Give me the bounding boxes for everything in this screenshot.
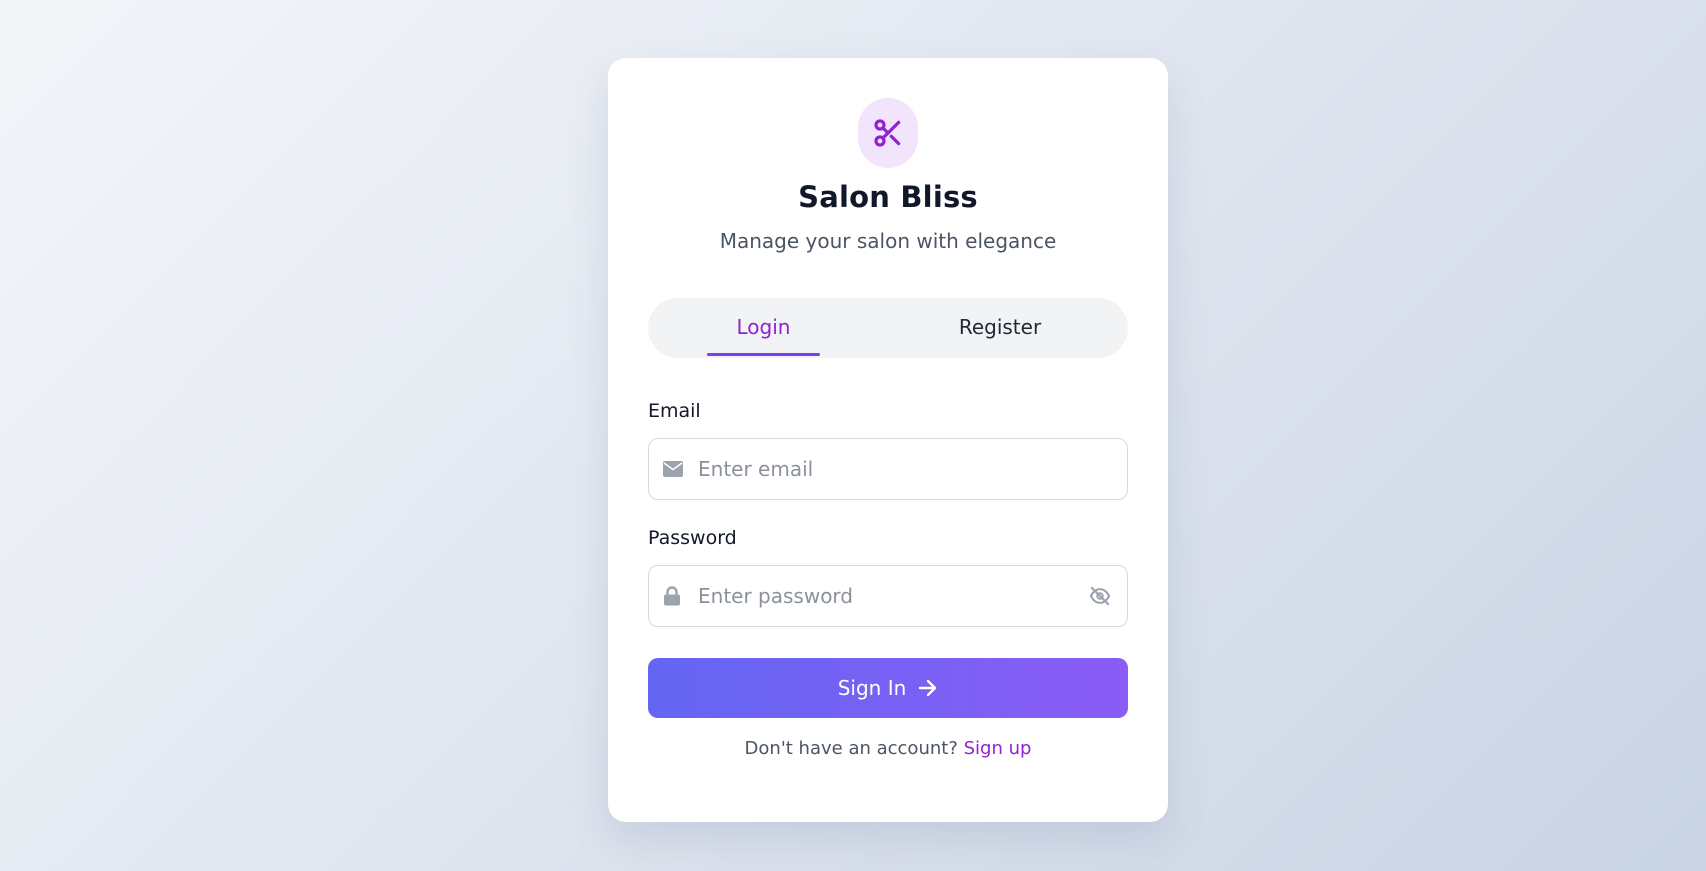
envelope-icon (663, 461, 683, 477)
password-field-container (648, 565, 1128, 627)
login-card: Salon Bliss Manage your salon with elega… (608, 58, 1168, 822)
arrow-right-icon (918, 679, 938, 697)
email-field-container (648, 438, 1128, 500)
password-input[interactable] (698, 566, 1083, 626)
scissors-icon (872, 117, 904, 149)
lock-icon (663, 586, 681, 606)
email-input[interactable] (698, 439, 1098, 499)
app-subtitle: Manage your salon with elegance (719, 229, 1057, 253)
sign-in-label: Sign In (837, 676, 907, 700)
tab-login[interactable]: Login (707, 298, 820, 358)
sign-in-button[interactable]: Sign In (648, 658, 1128, 718)
email-label: Email (648, 400, 701, 422)
eye-slash-icon[interactable] (1087, 585, 1113, 607)
password-label: Password (648, 527, 737, 549)
active-tab-indicator (707, 353, 820, 356)
auth-tabs: Login Register (648, 298, 1128, 358)
tab-register[interactable]: Register (942, 298, 1058, 358)
app-title: Salon Bliss (798, 180, 978, 214)
logo-badge (858, 98, 918, 168)
signup-prompt-text: Don't have an account? (744, 738, 958, 759)
signup-prompt: Don't have an account? Sign up (608, 738, 1168, 759)
sign-up-link[interactable]: Sign up (964, 738, 1032, 759)
